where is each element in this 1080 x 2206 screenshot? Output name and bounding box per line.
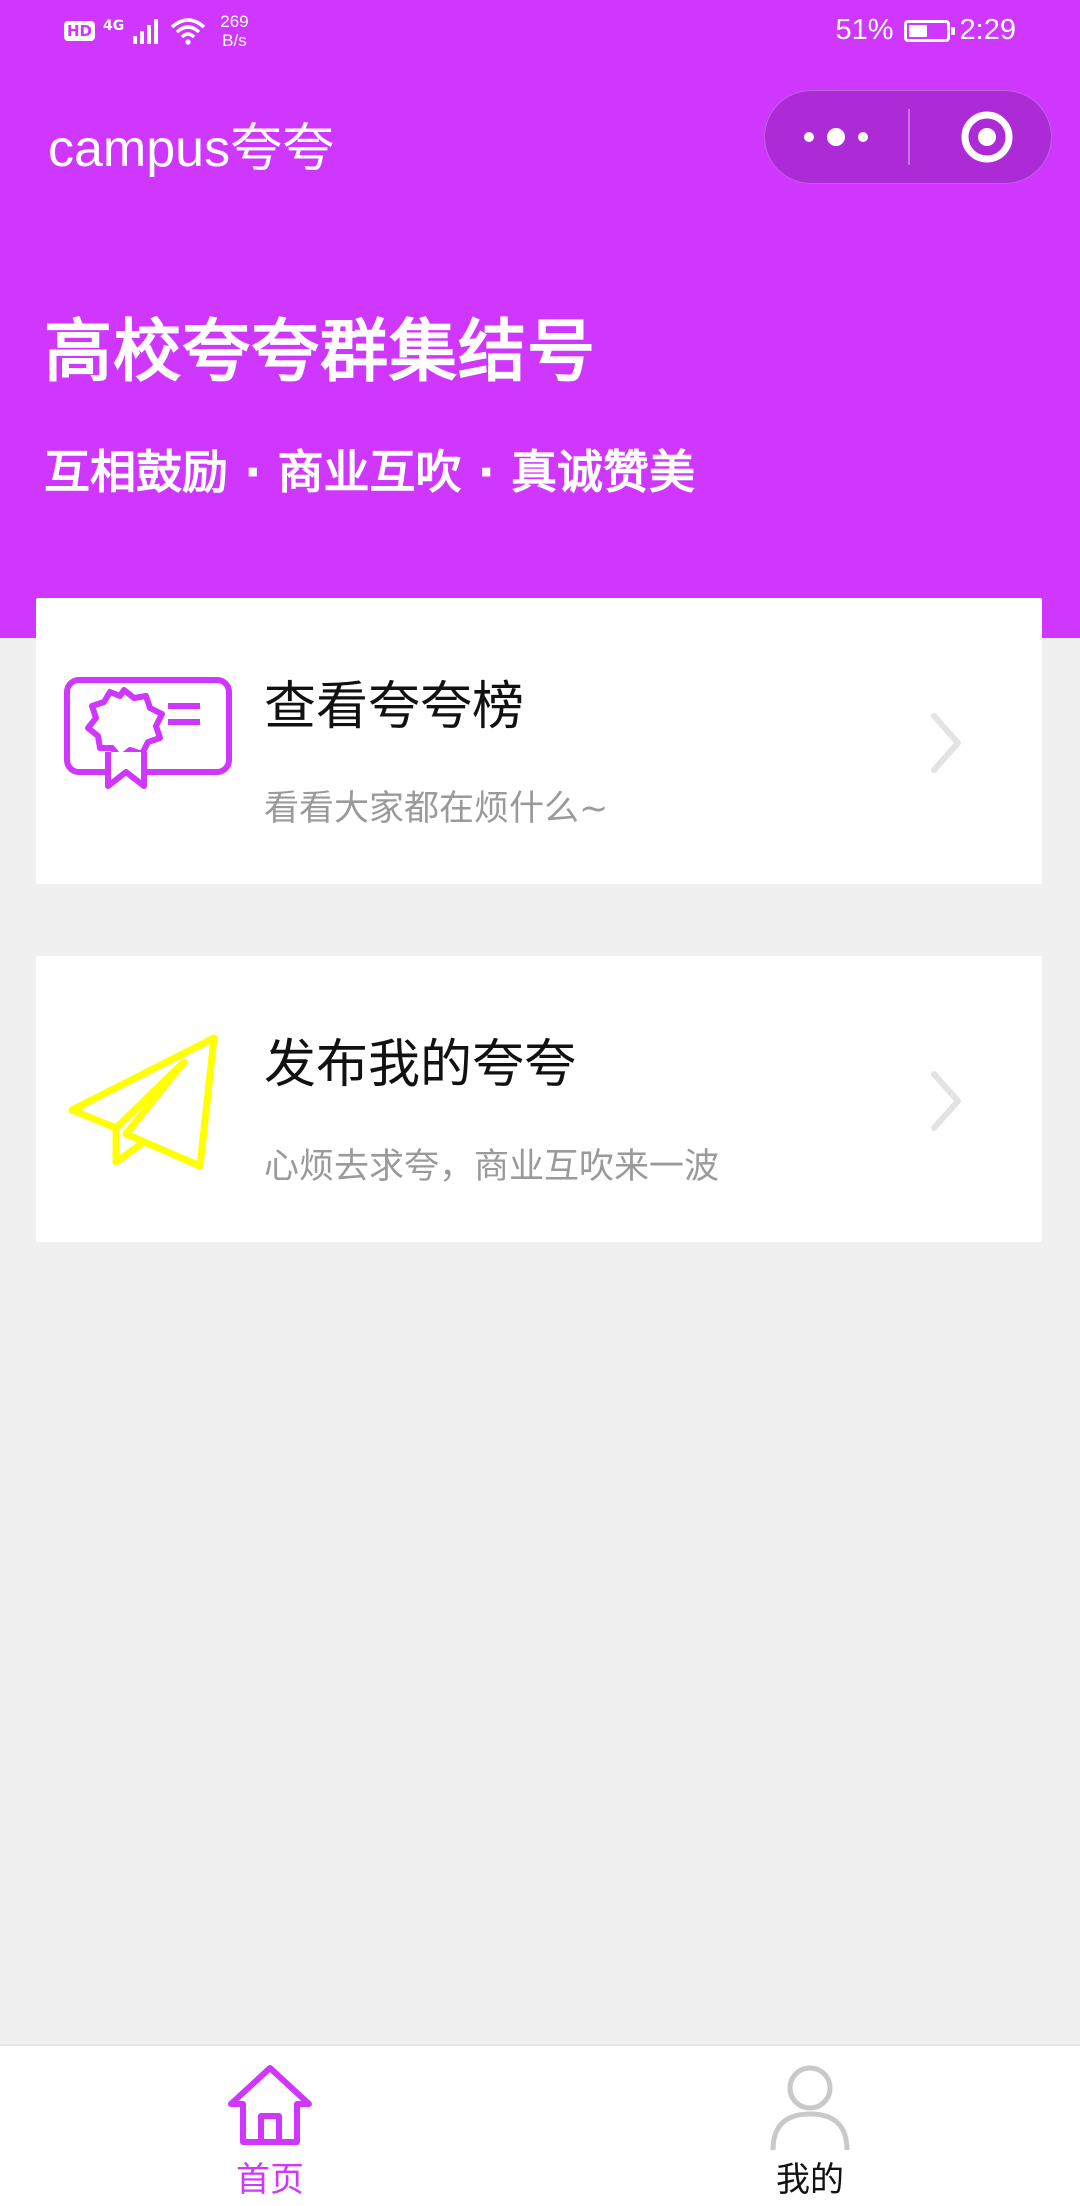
home-icon <box>228 2065 312 2145</box>
clock: 2:29 <box>959 14 1016 46</box>
battery-percent: 51% <box>835 14 894 46</box>
status-right: 51% 2:29 <box>836 14 1017 47</box>
user-icon <box>770 2065 850 2150</box>
tab-mine[interactable]: 我的 <box>540 2046 1080 2206</box>
paper-plane-icon <box>68 1034 218 1170</box>
speed-value: 269 <box>220 12 249 31</box>
wifi-icon <box>171 18 206 45</box>
speed-unit: B/s <box>222 31 247 50</box>
signal-icon <box>133 19 159 44</box>
battery-fill <box>908 24 927 37</box>
tab-home[interactable]: 首页 <box>0 2046 540 2206</box>
network-gen-label: 4G <box>103 18 125 34</box>
hero-subtitle: 互相鼓励 · 商业互吹 · 真诚赞美 <box>44 445 696 499</box>
publish-praise-desc: 心烦去求夸，商业互吹来一波 <box>264 1147 720 1187</box>
view-ranking-desc: 看看大家都在烦什么~ <box>264 789 609 829</box>
hero-banner: HD 4G 269 B/s 51% 2:29 campus夸夸 高校夸夸群集结号… <box>0 0 1080 638</box>
more-button[interactable] <box>765 91 908 183</box>
battery-icon <box>903 19 955 42</box>
chevron-right-icon <box>931 713 961 773</box>
hero-title: 高校夸夸群集结号 <box>44 313 597 392</box>
chevron-right-icon <box>931 1071 961 1131</box>
app-title: campus夸夸 <box>48 120 335 178</box>
network-speed: 269 B/s <box>220 12 248 50</box>
tab-mine-label: 我的 <box>776 2160 844 2200</box>
status-left: HD 4G 269 B/s <box>64 12 249 50</box>
hd-badge: HD <box>64 21 96 41</box>
view-ranking-card[interactable]: 查看夸夸榜 看看大家都在烦什么~ <box>36 598 1042 884</box>
mini-program-capsule <box>764 90 1052 184</box>
tab-home-label: 首页 <box>236 2160 304 2200</box>
view-ranking-title: 查看夸夸榜 <box>264 677 525 737</box>
status-bar: HD 4G 269 B/s 51% 2:29 <box>0 0 1080 68</box>
publish-praise-card[interactable]: 发布我的夸夸 心烦去求夸，商业互吹来一波 <box>36 956 1042 1242</box>
certificate-icon <box>64 677 232 789</box>
target-close-icon <box>961 111 1013 163</box>
publish-praise-title: 发布我的夸夸 <box>264 1035 577 1095</box>
bottom-tab-bar: 首页 我的 <box>0 2044 1080 2206</box>
close-button[interactable] <box>910 91 1051 183</box>
more-dots-icon <box>804 128 868 146</box>
